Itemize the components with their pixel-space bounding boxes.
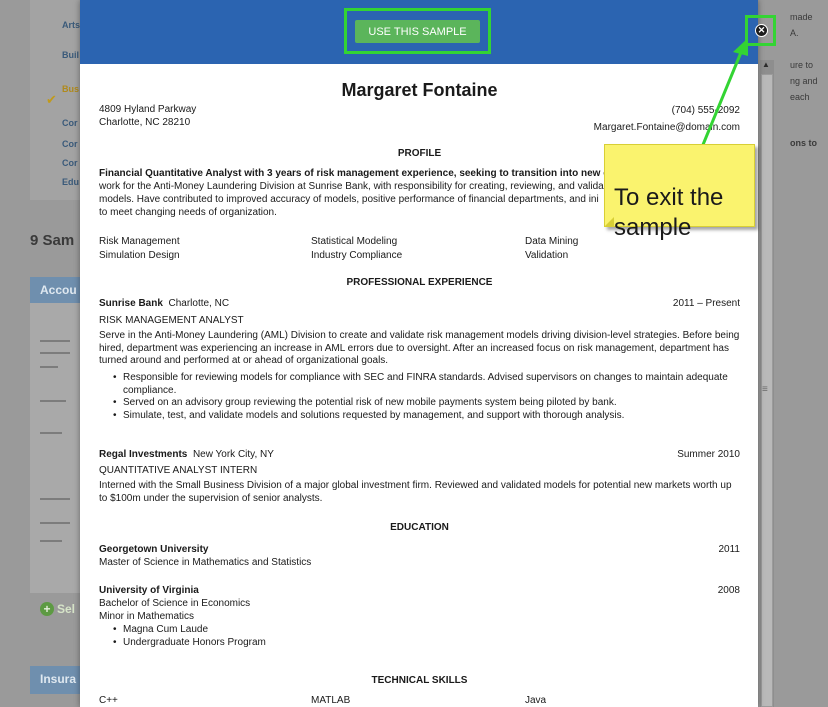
email-address: Margaret.Fontaine@domain.com: [593, 122, 740, 133]
job-heading: Sunrise Bank Charlotte, NC: [99, 298, 229, 309]
honor-item: Undergraduate Honors Program: [113, 637, 740, 650]
job-dates: Summer 2010: [677, 449, 740, 460]
address-line: 4809 Hyland Parkway: [99, 104, 197, 115]
section-title-technical: TECHNICAL SKILLS: [371, 675, 468, 686]
skill-item: Validation: [525, 250, 569, 261]
background-text: each: [790, 92, 810, 102]
thumbnail-line: [40, 340, 70, 342]
category-item[interactable]: Cor: [62, 118, 78, 129]
school-name: University of Virginia: [99, 585, 199, 596]
plus-icon: +: [40, 602, 54, 616]
degree: Master of Science in Mathematics and Sta…: [99, 557, 312, 568]
modal-header: USE THIS SAMPLE: [80, 0, 758, 64]
section-title-experience: PROFESSIONAL EXPERIENCE: [346, 277, 493, 288]
background-text: A.: [790, 28, 799, 38]
close-highlight: ✕: [745, 15, 776, 46]
minor: Minor in Mathematics: [99, 611, 195, 622]
honor-item: Magna Cum Laude: [113, 624, 740, 637]
scrollbar-grip-icon: ≡: [762, 384, 768, 395]
job-summary: Interned with the Small Business Divisio…: [99, 480, 732, 504]
thumbnail-line: [40, 366, 58, 368]
annotation-callout: To exit the sample: [604, 144, 755, 241]
school-year: 2008: [717, 585, 740, 596]
job-bullets: Responsible for reviewing models for com…: [113, 372, 740, 422]
category-item[interactable]: Edu: [62, 177, 79, 188]
section-title-education: EDUCATION: [390, 522, 449, 533]
scroll-up-arrow-icon[interactable]: ▲: [762, 60, 770, 69]
thumbnail-line: [40, 432, 62, 434]
job-bullet: Responsible for reviewing models for com…: [113, 372, 740, 397]
callout-fold: [604, 217, 614, 227]
technical-skill: MATLAB: [311, 695, 351, 706]
skill-item: Data Mining: [525, 236, 579, 247]
close-icon[interactable]: ✕: [755, 24, 768, 37]
job-company: Sunrise Bank: [99, 298, 163, 309]
job-heading: Regal Investments New York City, NY: [99, 449, 274, 460]
category-item[interactable]: Cor: [62, 139, 78, 150]
job-bullet: Simulate, test, and validate models and …: [113, 410, 740, 423]
address-line: Charlotte, NC 28210: [99, 117, 191, 128]
job-location: New York City, NY: [192, 449, 274, 460]
job-location: Charlotte, NC: [168, 298, 230, 309]
job-summary: Serve in the Anti-Money Laundering (AML)…: [99, 330, 740, 366]
honors-list: Magna Cum Laude Undergraduate Honors Pro…: [113, 624, 740, 649]
resume-name: Margaret Fontaine: [341, 80, 498, 100]
school-year: 2011: [718, 544, 740, 555]
thumbnail-line: [40, 352, 70, 354]
use-sample-highlight: USE THIS SAMPLE: [344, 8, 491, 54]
thumbnail-line: [40, 540, 62, 542]
background-text: ure to: [790, 60, 814, 70]
thumbnail-line: [40, 400, 66, 402]
samples-heading: 9 Sam: [30, 232, 75, 249]
thumbnail-line: [40, 522, 70, 524]
use-this-sample-button[interactable]: USE THIS SAMPLE: [355, 20, 480, 43]
profile-text: to meet changing needs of organization.: [99, 207, 277, 218]
job-company: Regal Investments: [99, 449, 188, 460]
profile-lead: Financial Quantitative Analyst with 3 ye…: [99, 168, 615, 179]
technical-skill: Java: [525, 695, 547, 706]
degree: Bachelor of Science in Economics: [99, 598, 251, 609]
skill-item: Statistical Modeling: [311, 236, 398, 247]
school-name: Georgetown University: [99, 544, 209, 555]
skill-item: Industry Compliance: [311, 250, 403, 261]
skill-item: Simulation Design: [99, 250, 180, 261]
check-icon: ✔: [46, 92, 57, 107]
thumbnail-line: [40, 498, 70, 500]
job-title: QUANTITATIVE ANALYST INTERN: [99, 465, 258, 476]
sample-card-thumbnail[interactable]: [30, 303, 82, 593]
sample-card-header[interactable]: Insura: [30, 666, 82, 694]
technical-skill: C++: [99, 695, 118, 706]
job-bullet: Served on an advisory group reviewing th…: [113, 397, 740, 410]
select-sample-button[interactable]: + Sel: [40, 602, 75, 616]
sample-card-header[interactable]: Accou: [30, 277, 82, 303]
profile-text: work for the Anti-Money Laundering Divis…: [99, 181, 604, 192]
job-title: RISK MANAGEMENT ANALYST: [99, 315, 244, 326]
job-dates: 2011 – Present: [672, 298, 740, 309]
phone-number: (704) 555-2092: [671, 105, 740, 116]
background-text: made: [790, 12, 813, 22]
background-text: ng and: [790, 76, 818, 86]
sample-preview-modal: USE THIS SAMPLE Margaret Fontaine 4809 H…: [80, 0, 758, 707]
profile-text: models. Have contributed to improved acc…: [99, 194, 599, 205]
select-label: Sel: [57, 602, 76, 616]
background-text: ons to: [790, 138, 817, 148]
category-item[interactable]: Cor: [62, 158, 78, 169]
skill-item: Risk Management: [99, 236, 180, 247]
